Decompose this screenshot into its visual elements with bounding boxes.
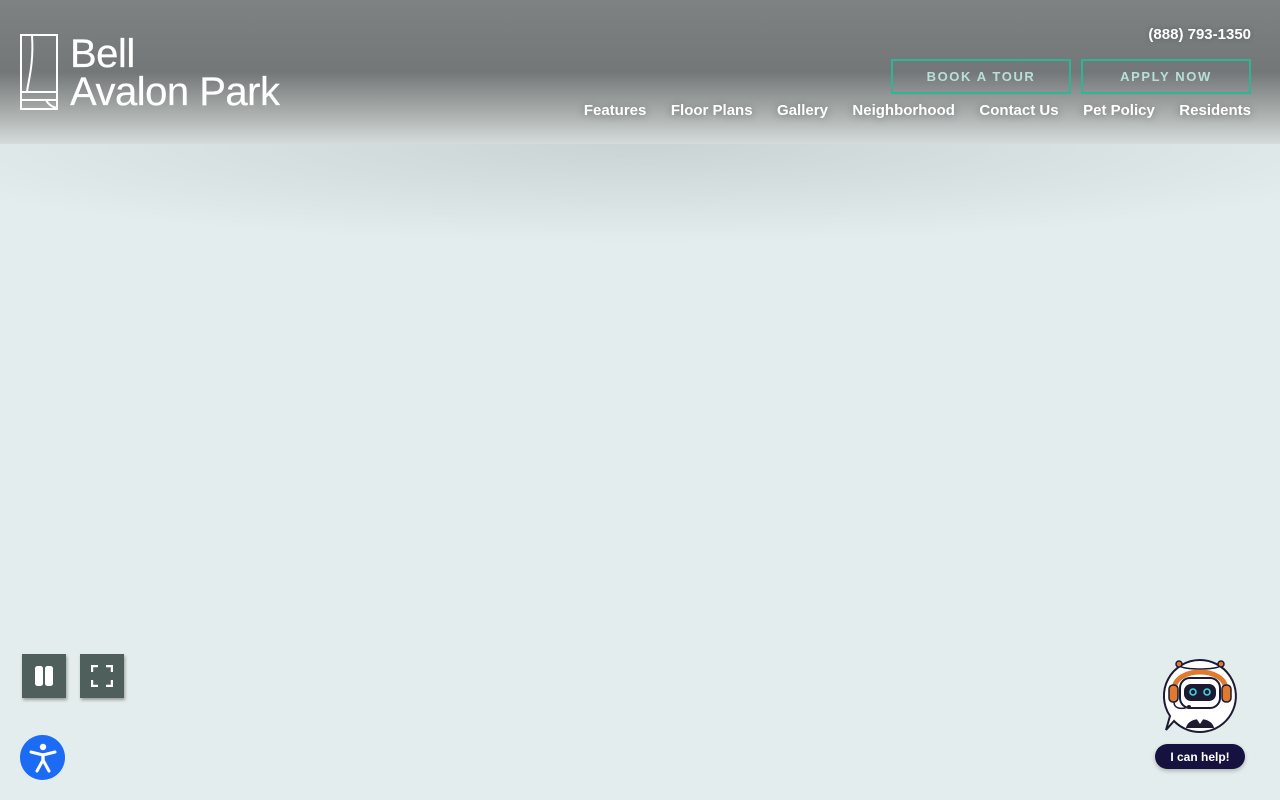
apply-now-button[interactable]: APPLY NOW	[1081, 59, 1251, 94]
nav-item-features[interactable]: Features	[584, 102, 647, 119]
nav-item-floor-plans[interactable]: Floor Plans	[671, 102, 753, 119]
book-a-tour-button[interactable]: BOOK A TOUR	[891, 59, 1071, 94]
chat-assistant-avatar[interactable]	[1160, 656, 1240, 736]
logo-mark-icon	[20, 34, 58, 110]
nav-item-contact-us[interactable]: Contact Us	[979, 102, 1058, 119]
nav-item-neighborhood[interactable]: Neighborhood	[852, 102, 954, 119]
robot-assistant-icon	[1162, 658, 1237, 733]
nav-item-pet-policy[interactable]: Pet Policy	[1083, 102, 1155, 119]
accessibility-button[interactable]	[20, 735, 65, 780]
phone-link[interactable]: (888) 793-1350	[1148, 26, 1251, 43]
nav-item-residents[interactable]: Residents	[1179, 102, 1251, 119]
chat-help-pill[interactable]: I can help!	[1155, 744, 1245, 769]
header-shadow	[0, 144, 1280, 244]
fullscreen-button[interactable]	[80, 654, 124, 698]
pause-icon	[35, 666, 53, 686]
accessibility-person-icon	[29, 743, 56, 772]
nav-item-gallery[interactable]: Gallery	[777, 102, 828, 119]
pause-video-button[interactable]	[22, 654, 66, 698]
logo-text-avalon-park: Avalon Park	[70, 70, 280, 114]
site-logo[interactable]: Bell Avalon Park	[20, 32, 300, 114]
main-nav: Features Floor Plans Gallery Neighborhoo…	[584, 102, 1251, 119]
fullscreen-icon	[91, 665, 113, 687]
